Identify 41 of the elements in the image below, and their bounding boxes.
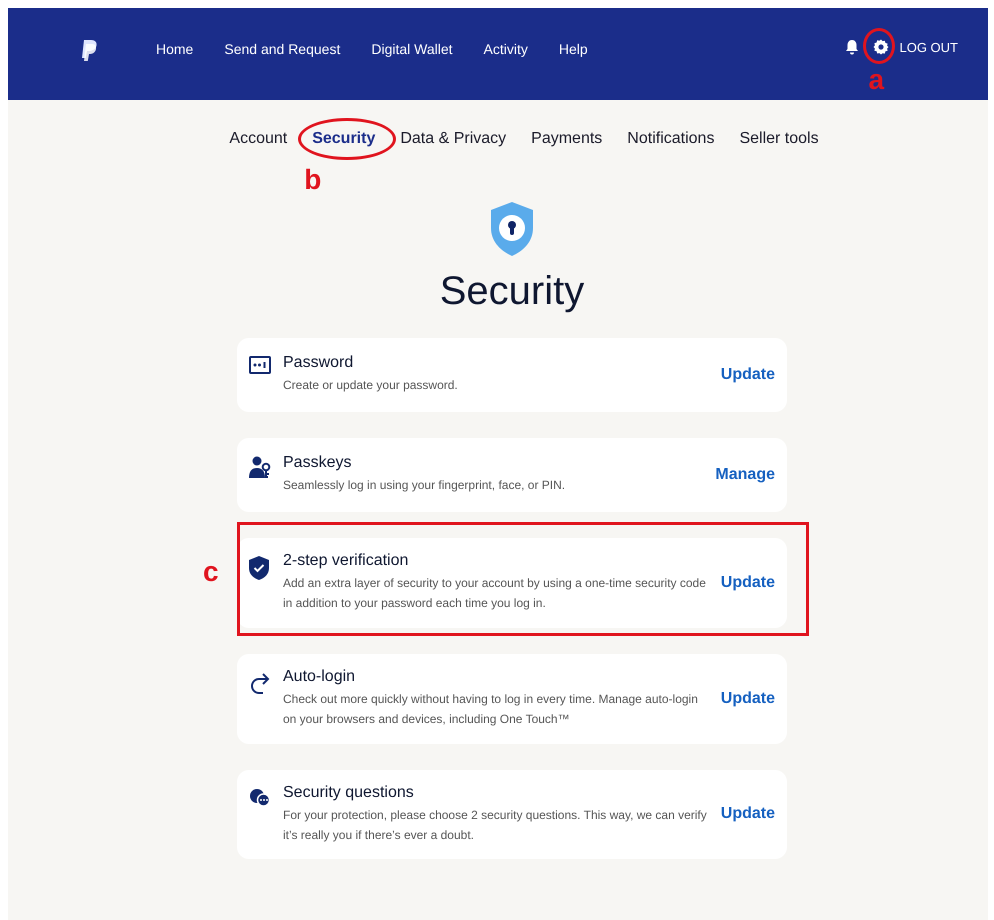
card-action-link[interactable]: Update — [720, 805, 775, 824]
card-title: 2-step verification — [283, 552, 410, 570]
annotation-label: c — [203, 558, 219, 586]
shield-check-icon — [249, 556, 269, 580]
card-title: Security questions — [283, 784, 415, 802]
person-key-icon — [249, 456, 271, 480]
bell-icon[interactable] — [845, 39, 860, 55]
redo-arrow-icon — [249, 672, 271, 696]
card-description: For your protection, please choose 2 security questions. This way, we can verify it’s really you if there’s ever a doubt. — [283, 806, 708, 844]
shield-keyhole-icon — [489, 201, 535, 257]
card-action-link[interactable]: Manage — [715, 466, 775, 484]
settings-tab[interactable]: Payments — [531, 130, 602, 147]
password-field-icon — [249, 356, 271, 374]
settings-tab[interactable]: Account — [229, 130, 288, 147]
annotation-label: b — [304, 166, 322, 194]
annotation-circle — [863, 28, 896, 64]
card-description: Seamlessly log in using your fingerprint, face, or PIN. — [283, 477, 566, 494]
settings-tab[interactable]: Notifications — [627, 130, 714, 147]
card-action-link[interactable]: Update — [720, 366, 775, 384]
settings-tab[interactable]: Seller tools — [739, 130, 819, 147]
settings-tab[interactable]: Security — [312, 130, 376, 147]
settings-tab[interactable]: Data & Privacy — [400, 130, 506, 147]
logout-link[interactable]: LOG OUT — [899, 40, 958, 54]
nav-link[interactable]: Activity — [484, 41, 528, 57]
annotation-label: a — [868, 66, 884, 94]
logo-icon[interactable] — [80, 39, 98, 63]
settings-icon[interactable] — [873, 39, 890, 55]
nav-link[interactable]: Digital Wallet — [371, 41, 453, 57]
page-heading: Security — [440, 269, 584, 314]
card-description: Add an extra layer of security to your account by using a one-time security code in addition to your password each time you log in. — [283, 575, 707, 612]
card-title: Auto-login — [283, 668, 356, 686]
card-description: Create or update your password. — [283, 377, 459, 394]
nav-link[interactable]: Send and Request — [224, 41, 340, 57]
nav-link[interactable]: Help — [558, 41, 588, 57]
card-description: Check out more quickly without having to log in every time. Manage auto-login on your browsers and devices, including One Touch™ — [283, 690, 699, 728]
nav-link[interactable]: Home — [156, 41, 194, 57]
card-action-link[interactable]: Update — [720, 574, 775, 592]
chat-bubbles-icon — [249, 788, 271, 808]
card-title: Passkeys — [283, 454, 352, 472]
card-action-link[interactable]: Update — [720, 690, 775, 708]
card-title: Password — [283, 354, 354, 372]
